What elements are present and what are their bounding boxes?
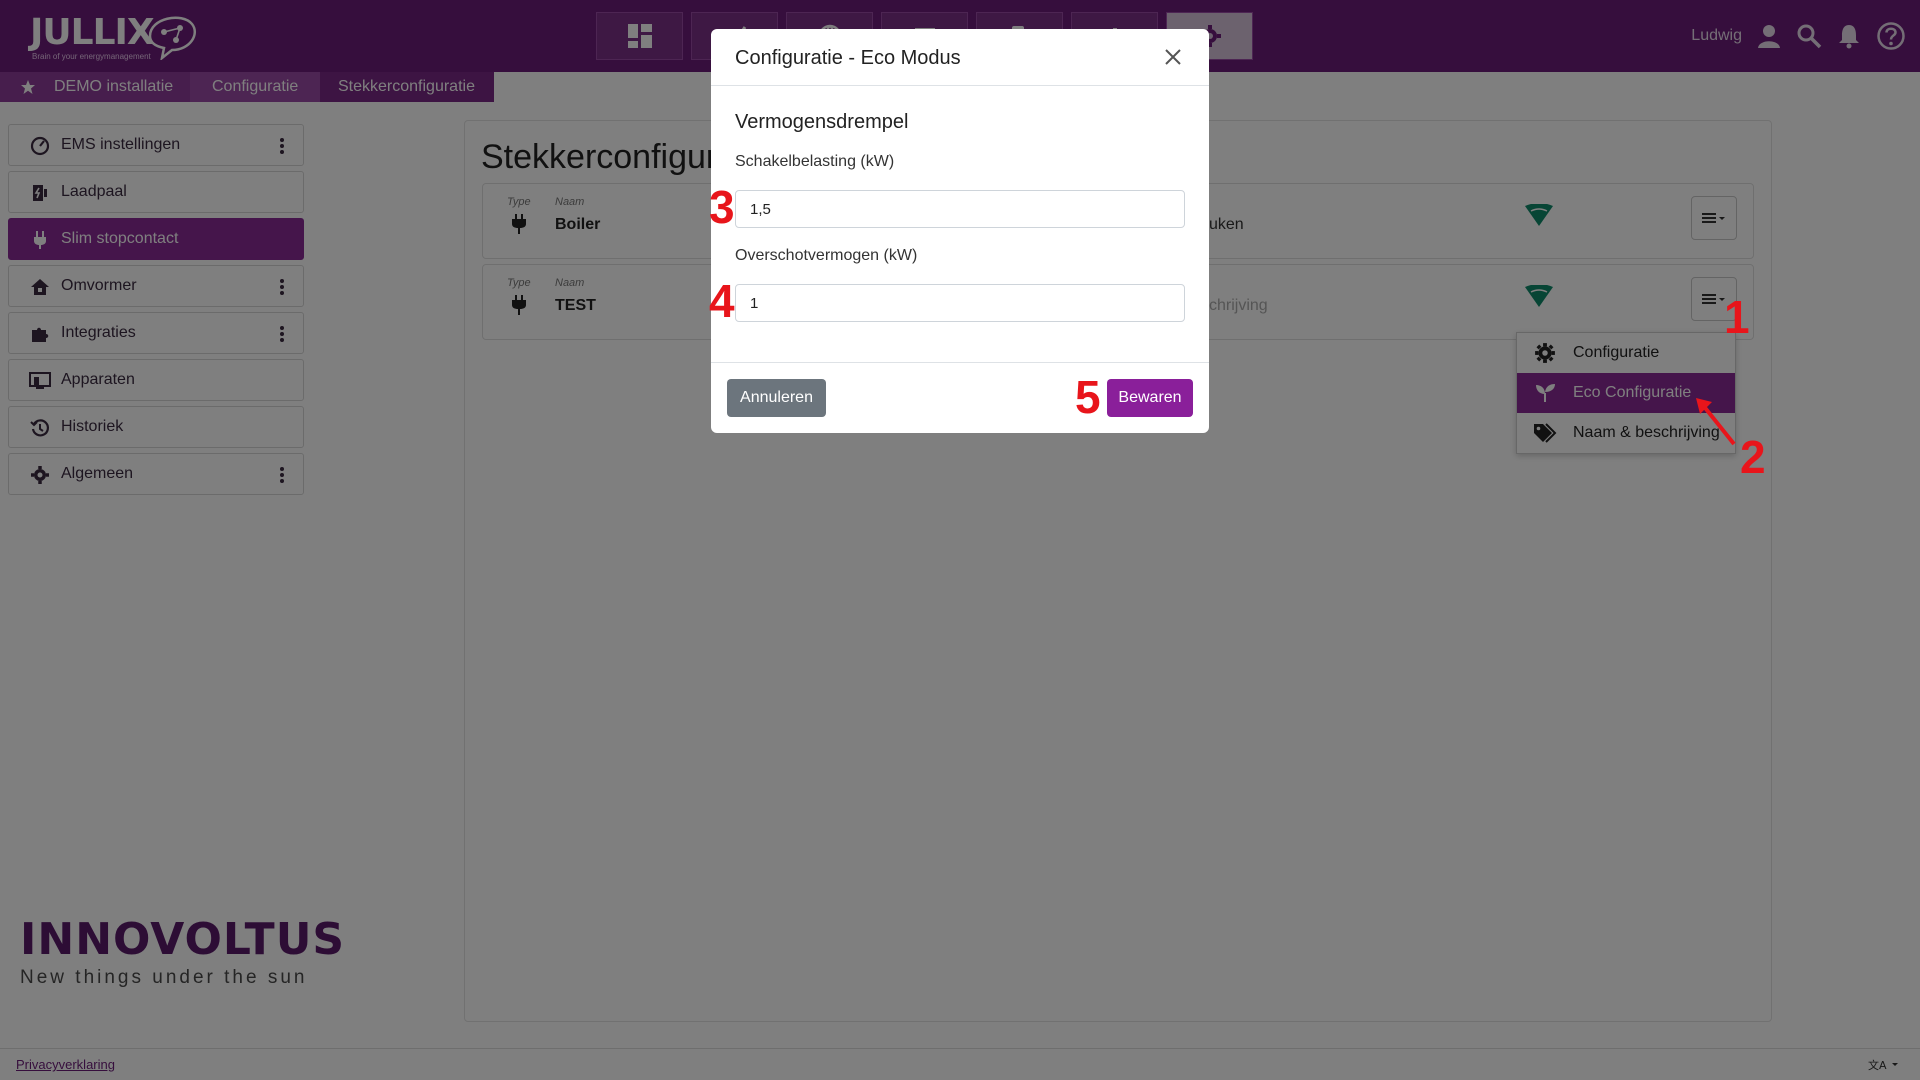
cancel-button[interactable]: Annuleren: [727, 379, 826, 417]
step-1-marker: 1: [1724, 291, 1750, 343]
step-5-marker: 5: [1075, 371, 1101, 423]
arrow-icon: [1696, 398, 1736, 446]
step-3-marker: 3: [709, 181, 735, 233]
save-button[interactable]: Bewaren: [1107, 379, 1193, 417]
overschotvermogen-input[interactable]: [735, 284, 1185, 322]
schakelbelasting-input[interactable]: [735, 190, 1185, 228]
step-2-marker: 2: [1740, 431, 1766, 483]
modal-title: Configuratie - Eco Modus: [735, 47, 961, 69]
overschotvermogen-label: Overschotvermogen (kW): [735, 247, 918, 264]
close-icon[interactable]: [1163, 47, 1183, 67]
section-title: Vermogensdrempel: [735, 111, 909, 133]
modal-footer: Annuleren Bewaren: [711, 362, 1209, 433]
modal-header: Configuratie - Eco Modus: [711, 29, 1209, 86]
step-4-marker: 4: [709, 275, 735, 327]
eco-modus-dialog: Configuratie - Eco Modus Vermogensdrempe…: [711, 29, 1209, 433]
schakelbelasting-label: Schakelbelasting (kW): [735, 153, 895, 170]
